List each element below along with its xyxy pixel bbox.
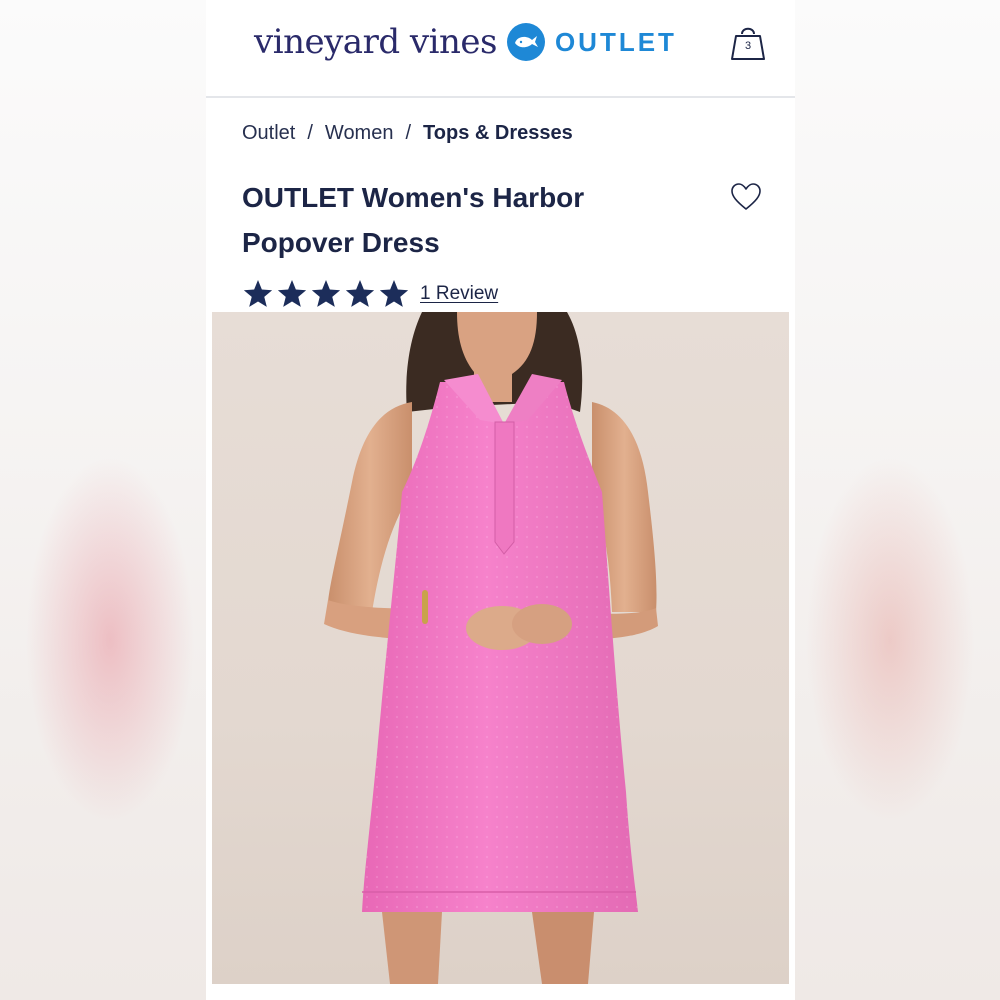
star-rating <box>242 278 410 310</box>
whale-icon <box>506 23 545 61</box>
star-icon <box>311 280 341 307</box>
product-page: vineyard vines OUTLET 3 Outlet / Women /… <box>206 0 795 1000</box>
heart-icon <box>731 183 761 210</box>
brand-name: vineyard vines <box>254 22 497 62</box>
cart-count: 3 <box>744 40 752 52</box>
model-photo <box>324 312 658 984</box>
breadcrumb-item-tops-dresses[interactable]: Tops & Dresses <box>423 122 573 145</box>
brand-logo[interactable]: vineyard vines OUTLET <box>254 22 677 62</box>
breadcrumb-item-outlet[interactable]: Outlet <box>242 122 295 145</box>
reviews-link[interactable]: 1 Review <box>420 283 498 305</box>
site-header: vineyard vines OUTLET 3 <box>206 0 795 98</box>
breadcrumb-item-women[interactable]: Women <box>325 122 394 145</box>
product-title: OUTLET Women's Harbor Popover Dress <box>242 182 585 258</box>
cart-button[interactable]: 3 <box>729 24 767 62</box>
star-icon <box>243 280 273 307</box>
product-rating: 1 Review <box>242 278 498 310</box>
breadcrumb: Outlet / Women / Tops & Dresses <box>242 122 573 145</box>
star-icon <box>379 280 409 307</box>
outlet-label: OUTLET <box>554 27 677 57</box>
breadcrumb-separator: / <box>405 122 412 144</box>
breadcrumb-separator: / <box>307 122 313 144</box>
product-image[interactable] <box>212 312 789 984</box>
star-icon <box>277 280 307 307</box>
star-icon <box>345 280 375 307</box>
favorite-button[interactable] <box>730 182 762 212</box>
